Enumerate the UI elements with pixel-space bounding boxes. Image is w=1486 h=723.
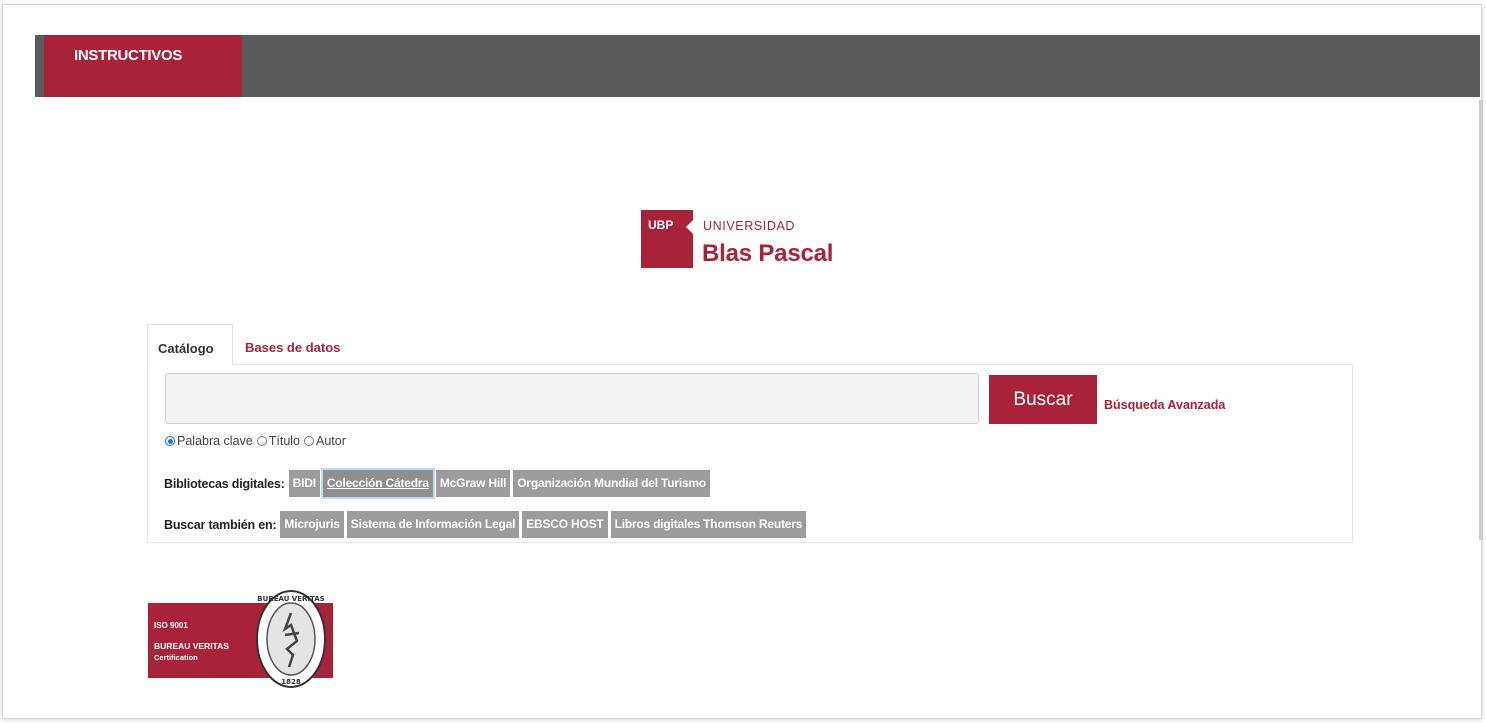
ubp-logo-mark: UBP [641, 210, 693, 268]
badge-cert-text: Certification [154, 653, 198, 662]
scrollbar[interactable] [1479, 100, 1483, 540]
chip-thomson-reuters[interactable]: Libros digitales Thomson Reuters [610, 511, 807, 538]
advanced-search-link[interactable]: Búsqueda Avanzada [1104, 398, 1225, 412]
digital-libraries-row: Bibliotecas digitales: BIDI Colección Cá… [164, 468, 713, 499]
top-nav-bar: INSTRUCTIVOS [35, 35, 1480, 97]
search-button[interactable]: Buscar [989, 375, 1097, 424]
chip-sistema-informacion-legal[interactable]: Sistema de Información Legal [346, 511, 520, 538]
nav-tab-instructivos[interactable]: INSTRUCTIVOS [44, 35, 242, 97]
seal-year: 1828 [281, 678, 301, 686]
chip-ebsco-host[interactable]: EBSCO HOST [522, 511, 608, 538]
ubp-logo-initials: UBP [648, 218, 674, 232]
bureau-veritas-seal-icon: BUREAU VERITAS 1828 [256, 590, 326, 688]
radio-autor[interactable] [304, 436, 315, 446]
tab-catalogo[interactable]: Catálogo [147, 324, 233, 365]
chip-bidi[interactable]: BIDI [288, 470, 320, 497]
search-type-radios: Palabra clave Título Autor [163, 434, 348, 448]
seal-text: BUREAU VERITAS [257, 595, 324, 603]
logo-university-label: UNIVERSIDAD [703, 219, 796, 233]
badge-iso-text: ISO 9001 [154, 621, 188, 630]
search-also-label: Buscar también en: [164, 517, 277, 532]
radio-autor-label: Autor [316, 434, 346, 448]
logo-name-label: Blas Pascal [702, 240, 834, 267]
chip-coleccion-catedra[interactable]: Colección Cátedra [320, 468, 435, 499]
radio-titulo[interactable] [256, 436, 267, 446]
radio-titulo-label: Título [268, 434, 301, 448]
tab-bases-de-datos[interactable]: Bases de datos [245, 324, 385, 365]
chip-mcgraw-hill[interactable]: McGraw Hill [435, 470, 511, 497]
search-input[interactable] [165, 373, 979, 424]
badge-bv-text: BUREAU VERITAS [154, 641, 229, 651]
radio-palabra-clave-label: Palabra clave [177, 434, 253, 448]
digital-libraries-label: Bibliotecas digitales: [164, 476, 285, 491]
ubp-logo[interactable]: UBP UNIVERSIDAD Blas Pascal [641, 210, 871, 272]
chip-omt[interactable]: Organización Mundial del Turismo [513, 470, 711, 497]
radio-palabra-clave[interactable] [165, 436, 175, 446]
chip-microjuris[interactable]: Microjuris [280, 511, 344, 538]
search-also-row: Buscar también en: Microjuris Sistema de… [164, 511, 809, 538]
logo-notch [686, 220, 693, 234]
